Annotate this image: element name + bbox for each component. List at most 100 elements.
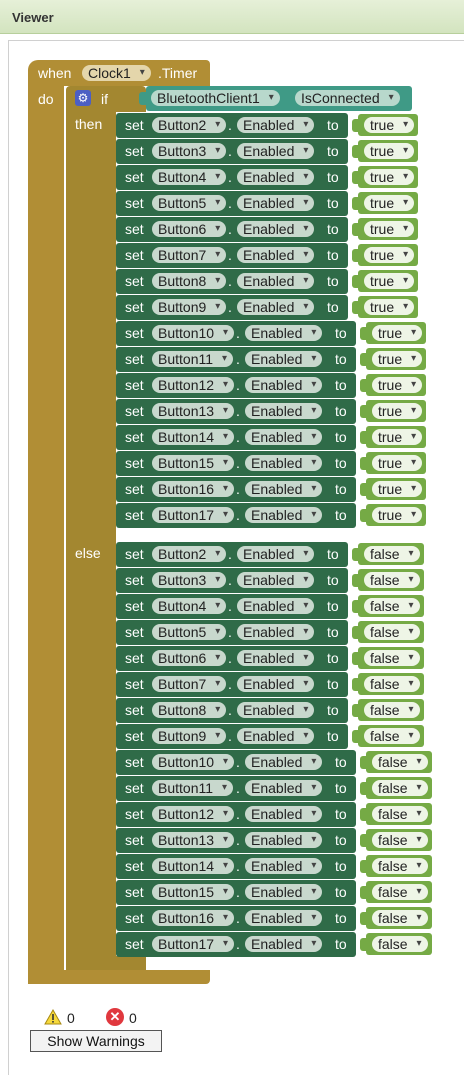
false-boolean-block[interactable]: false (358, 569, 424, 591)
set-enabled-block[interactable]: set Button10. Enabled to (116, 750, 356, 775)
button-component-dropdown[interactable]: Button13 (152, 403, 235, 419)
boolean-value-dropdown[interactable]: true (372, 481, 423, 497)
boolean-value-dropdown[interactable]: true (372, 403, 423, 419)
button-component-dropdown[interactable]: Button13 (152, 832, 235, 848)
boolean-value-dropdown[interactable]: false (364, 598, 420, 614)
set-enabled-block[interactable]: set Button12. Enabled to (116, 373, 356, 398)
button-component-dropdown[interactable]: Button16 (152, 910, 235, 926)
button-component-dropdown[interactable]: Button14 (152, 858, 235, 874)
button-component-dropdown[interactable]: Button14 (152, 429, 235, 445)
set-enabled-block[interactable]: set Button15. Enabled to (116, 451, 356, 476)
false-boolean-block[interactable]: false (358, 673, 424, 695)
boolean-value-dropdown[interactable]: true (364, 195, 415, 211)
button-component-dropdown[interactable]: Button3 (152, 572, 227, 588)
button-component-dropdown[interactable]: Button11 (152, 780, 234, 796)
enabled-property-dropdown[interactable]: Enabled (245, 481, 323, 497)
set-enabled-block[interactable]: set Button2. Enabled to (116, 113, 348, 138)
button-component-dropdown[interactable]: Button7 (152, 676, 227, 692)
enabled-property-dropdown[interactable]: Enabled (237, 143, 315, 159)
enabled-property-dropdown[interactable]: Enabled (245, 806, 323, 822)
enabled-property-dropdown[interactable]: Enabled (237, 572, 315, 588)
false-boolean-block[interactable]: false (358, 725, 424, 747)
enabled-property-dropdown[interactable]: Enabled (237, 546, 315, 562)
set-enabled-block[interactable]: set Button7. Enabled to (116, 243, 348, 268)
false-boolean-block[interactable]: false (366, 829, 432, 851)
boolean-value-dropdown[interactable]: true (364, 169, 415, 185)
button-component-dropdown[interactable]: Button12 (152, 377, 235, 393)
enabled-property-dropdown[interactable]: Enabled (245, 936, 323, 952)
enabled-property-dropdown[interactable]: Enabled (237, 117, 315, 133)
enabled-property-dropdown[interactable]: Enabled (245, 507, 323, 523)
set-enabled-block[interactable]: set Button16. Enabled to (116, 906, 356, 931)
true-boolean-block[interactable]: true (358, 296, 418, 318)
boolean-value-dropdown[interactable]: true (372, 325, 423, 341)
set-enabled-block[interactable]: set Button13. Enabled to (116, 399, 356, 424)
false-boolean-block[interactable]: false (366, 855, 432, 877)
enabled-property-dropdown[interactable]: Enabled (245, 910, 323, 926)
set-enabled-block[interactable]: set Button9. Enabled to (116, 295, 348, 320)
true-boolean-block[interactable]: true (366, 478, 426, 500)
boolean-value-dropdown[interactable]: false (372, 754, 428, 770)
button-component-dropdown[interactable]: Button12 (152, 806, 235, 822)
button-component-dropdown[interactable]: Button9 (152, 728, 227, 744)
false-boolean-block[interactable]: false (366, 751, 432, 773)
button-component-dropdown[interactable]: Button10 (152, 325, 235, 341)
boolean-value-dropdown[interactable]: true (364, 247, 415, 263)
button-component-dropdown[interactable]: Button16 (152, 481, 235, 497)
true-boolean-block[interactable]: true (366, 504, 426, 526)
set-enabled-block[interactable]: set Button8. Enabled to (116, 698, 348, 723)
button-component-dropdown[interactable]: Button17 (152, 936, 235, 952)
boolean-value-dropdown[interactable]: true (364, 143, 415, 159)
set-enabled-block[interactable]: set Button17. Enabled to (116, 932, 356, 957)
enabled-property-dropdown[interactable]: Enabled (245, 403, 323, 419)
enabled-property-dropdown[interactable]: Enabled (237, 702, 315, 718)
true-boolean-block[interactable]: true (366, 348, 426, 370)
enabled-property-dropdown[interactable]: Enabled (245, 858, 323, 874)
true-boolean-block[interactable]: true (366, 400, 426, 422)
button-component-dropdown[interactable]: Button7 (152, 247, 227, 263)
set-enabled-block[interactable]: set Button3. Enabled to (116, 139, 348, 164)
boolean-value-dropdown[interactable]: true (372, 429, 423, 445)
set-enabled-block[interactable]: set Button6. Enabled to (116, 646, 348, 671)
enabled-property-dropdown[interactable]: Enabled (237, 728, 315, 744)
boolean-value-dropdown[interactable]: false (364, 546, 420, 562)
set-enabled-block[interactable]: set Button5. Enabled to (116, 620, 348, 645)
enabled-property-dropdown[interactable]: Enabled (237, 273, 315, 289)
button-component-dropdown[interactable]: Button17 (152, 507, 235, 523)
bluetooth-component-dropdown[interactable]: BluetoothClient1 (151, 90, 280, 106)
isconnected-property-dropdown[interactable]: IsConnected (295, 90, 400, 106)
set-enabled-block[interactable]: set Button11. Enabled to (116, 347, 356, 372)
boolean-value-dropdown[interactable]: false (372, 858, 428, 874)
mutator-gear-icon[interactable]: ⚙ (75, 90, 91, 106)
button-component-dropdown[interactable]: Button11 (152, 351, 234, 367)
set-enabled-block[interactable]: set Button15. Enabled to (116, 880, 356, 905)
boolean-value-dropdown[interactable]: true (372, 351, 423, 367)
enabled-property-dropdown[interactable]: Enabled (245, 780, 323, 796)
true-boolean-block[interactable]: true (358, 218, 418, 240)
boolean-value-dropdown[interactable]: false (372, 806, 428, 822)
false-boolean-block[interactable]: false (366, 933, 432, 955)
button-component-dropdown[interactable]: Button2 (152, 117, 227, 133)
set-enabled-block[interactable]: set Button16. Enabled to (116, 477, 356, 502)
set-enabled-block[interactable]: set Button14. Enabled to (116, 854, 356, 879)
button-component-dropdown[interactable]: Button5 (152, 195, 227, 211)
set-enabled-block[interactable]: set Button11. Enabled to (116, 776, 356, 801)
set-enabled-block[interactable]: set Button8. Enabled to (116, 269, 348, 294)
event-block-do-spine[interactable] (28, 86, 64, 984)
button-component-dropdown[interactable]: Button8 (152, 702, 227, 718)
true-boolean-block[interactable]: true (358, 166, 418, 188)
button-component-dropdown[interactable]: Button4 (152, 598, 227, 614)
enabled-property-dropdown[interactable]: Enabled (245, 884, 323, 900)
enabled-property-dropdown[interactable]: Enabled (237, 299, 315, 315)
boolean-value-dropdown[interactable]: true (372, 507, 423, 523)
boolean-value-dropdown[interactable]: false (372, 936, 428, 952)
false-boolean-block[interactable]: false (358, 647, 424, 669)
set-enabled-block[interactable]: set Button5. Enabled to (116, 191, 348, 216)
enabled-property-dropdown[interactable]: Enabled (245, 455, 323, 471)
true-boolean-block[interactable]: true (358, 244, 418, 266)
enabled-property-dropdown[interactable]: Enabled (237, 624, 315, 640)
true-boolean-block[interactable]: true (358, 192, 418, 214)
button-component-dropdown[interactable]: Button6 (152, 221, 227, 237)
set-enabled-block[interactable]: set Button17. Enabled to (116, 503, 356, 528)
true-boolean-block[interactable]: true (366, 452, 426, 474)
